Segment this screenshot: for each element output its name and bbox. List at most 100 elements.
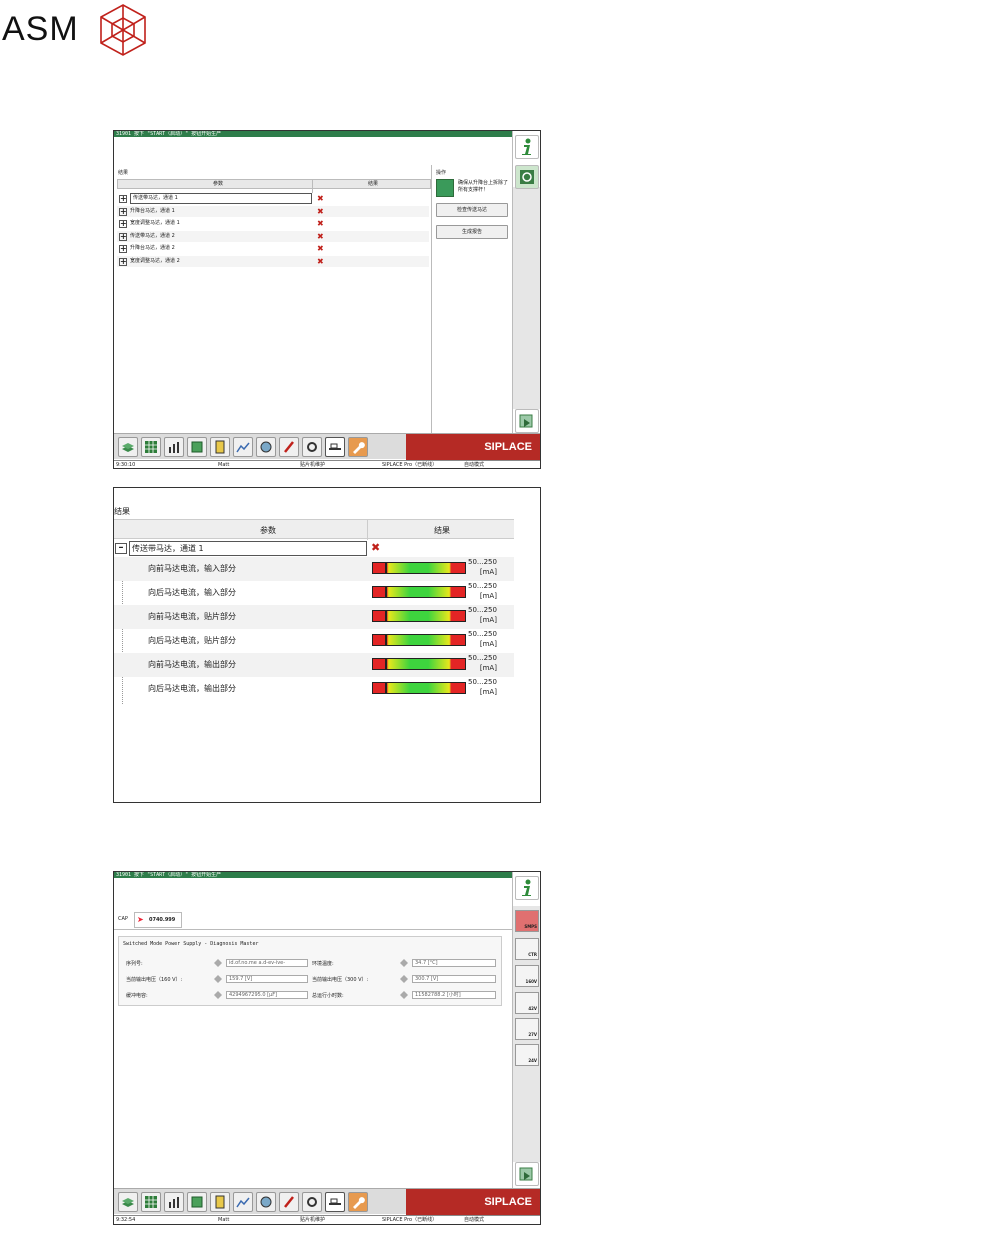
table-row[interactable]: + 宽度调整马达，通道 2 ✖ [117,256,429,267]
settings-tool[interactable] [302,437,322,457]
row-label: 升降台马达，通道 2 [130,245,175,251]
table-row[interactable]: 向后马达电流，输入部分 50...250 [mA] [114,581,514,605]
expand-icon[interactable]: + [119,245,127,253]
table-row[interactable]: 向后马达电流，贴片部分 50...250 [mA] [114,629,514,653]
range-text: 50...250 [mA] [468,606,497,624]
info-button[interactable] [515,876,539,900]
maintenance-tool[interactable] [348,437,368,457]
exit-arrow-icon [519,1167,533,1181]
vision-tool[interactable] [256,437,276,457]
settings-tool[interactable] [302,1192,322,1212]
range-text: 50...250 [mA] [468,558,497,576]
bar-chart-icon [169,442,179,453]
range-bar [372,658,466,670]
nozzle-tool[interactable] [279,437,299,457]
tab-cap[interactable]: CAP [118,916,128,922]
conveyor-tool[interactable] [325,437,345,457]
table-row[interactable]: 向前马达电流，贴片部分 50...250 [mA] [114,605,514,629]
status-auto: 自动模式 [464,1217,485,1223]
table-row[interactable]: + 升降台马达，通道 2 ✖ [117,243,429,254]
feeder-tool[interactable] [210,437,230,457]
param-column-header: 参数 [213,181,224,187]
statistics-tool[interactable] [164,437,184,457]
tab-device[interactable]: ➤ 0740.999 [134,912,182,928]
table-row[interactable]: 向前马达电流，输出部分 50...250 [mA] [114,653,514,677]
setup-tool[interactable] [118,437,138,457]
diagnosis-icon [520,170,534,184]
grid-tool[interactable] [141,437,161,457]
row-label: 宽度调整马达，通道 2 [130,258,180,264]
trend-tool[interactable] [233,1192,253,1212]
side-tab-160v[interactable]: 160V [515,965,539,987]
row-label: 向后马达电流，输出部分 [148,684,236,693]
nozzle-tool[interactable] [279,1192,299,1212]
info-button[interactable] [515,135,539,159]
parent-row-label: 传送带马达，通道 1 [129,541,367,556]
side-tab-24v[interactable]: 24V [515,1044,539,1066]
result-column-header: 结果 [368,181,379,187]
component-tool[interactable] [187,1192,207,1212]
results-table-header: 参数 结果 [114,519,514,540]
screenshot-conveyor-test: 31901 按下 "START（启动）" 按钮开始生产 结果 参数 结果 + 传… [113,130,541,469]
range-text: 50...250 [mA] [468,630,497,648]
fail-x-icon: ✖ [317,207,324,216]
expand-icon[interactable]: + [119,233,127,241]
diagnosis-button[interactable] [515,165,539,189]
check-conveyor-motor-button[interactable]: 检查传送马达 [436,203,508,217]
status-bar: 9:32:54 Matt 贴片机维护 SIPLACE Pro（已断线） 自动模式 [114,1215,540,1224]
exit-arrow-icon [519,414,533,428]
expand-icon[interactable]: + [119,258,127,266]
diamond-icon [400,959,408,967]
side-tab-42v[interactable]: 42V [515,992,539,1014]
side-tab-smps[interactable]: SMPS [515,910,539,932]
range-bar [372,562,466,574]
table-row[interactable]: + 升降台马达，通道 1 ✖ [117,206,429,217]
v160-label: 当前输出电压（160 V）: [126,977,183,983]
hours-value: 11582788.2 [小时] [412,991,496,999]
generate-report-button[interactable]: 生成报告 [436,225,508,239]
component-tool[interactable] [187,437,207,457]
row-label: 向前马达电流，输出部分 [148,660,236,669]
nozzle-icon [284,1196,294,1208]
exit-button[interactable] [515,409,539,433]
table-row[interactable]: + 宽度调整马达，通道 1 ✖ [117,218,429,229]
screenshot-expanded-results: 结果 参数 结果 – 传送带马达，通道 1 ✖ 向前马达电流，输入部分 50..… [113,487,541,803]
setup-tool[interactable] [118,1192,138,1212]
group-title: Switched Mode Power Supply - Diagnosis M… [123,941,259,947]
table-row[interactable]: 向后马达电流，输出部分 50...250 [mA] [114,677,514,701]
table-row[interactable]: 向前马达电流，输入部分 50...250 [mA] [114,557,514,581]
side-tab-ctr[interactable]: CTR [515,938,539,960]
parent-row[interactable]: – 传送带马达，通道 1 ✖ [114,540,514,557]
status-auto: 自动模式 [464,462,485,468]
v300-value: 300.7 [V] [412,975,496,983]
main-toolbar: SIPLACE [114,433,540,460]
serial-value: id.of.no.me a.d-ev-ive- [226,959,308,967]
side-tab-27v[interactable]: 27V [515,1018,539,1040]
vision-tool[interactable] [256,1192,276,1212]
exit-button[interactable] [515,1162,539,1186]
fail-x-icon: ✖ [317,219,324,228]
maintenance-tool[interactable] [348,1192,368,1212]
info-icon [522,879,531,896]
status-bar: 9:30:10 Matt 贴片机维护 SIPLACE Pro（已断线） 自动模式 [114,460,540,468]
tab-device-label: 0740.999 [149,917,176,923]
fail-x-icon: ✖ [317,244,324,253]
statistics-tool[interactable] [164,1192,184,1212]
table-row[interactable]: + 传送带马达，通道 1 ✖ [117,193,429,204]
grid-tool[interactable] [141,1192,161,1212]
expand-icon[interactable]: + [119,195,127,203]
conveyor-icon [329,1198,341,1205]
expand-icon[interactable]: + [119,220,127,228]
component-icon [191,441,203,453]
feeder-tool[interactable] [210,1192,230,1212]
trend-tool[interactable] [233,437,253,457]
status-mode: 贴片机维护 [300,462,326,468]
conveyor-tool[interactable] [325,1192,345,1212]
range-bar [372,586,466,598]
collapse-icon[interactable]: – [115,543,127,554]
row-label: 向前马达电流，贴片部分 [148,612,236,621]
diamond-icon [214,975,222,983]
expand-icon[interactable]: + [119,208,127,216]
red-arrow-icon: ➤ [137,915,144,924]
table-row[interactable]: + 传送带马达，通道 2 ✖ [117,231,429,242]
